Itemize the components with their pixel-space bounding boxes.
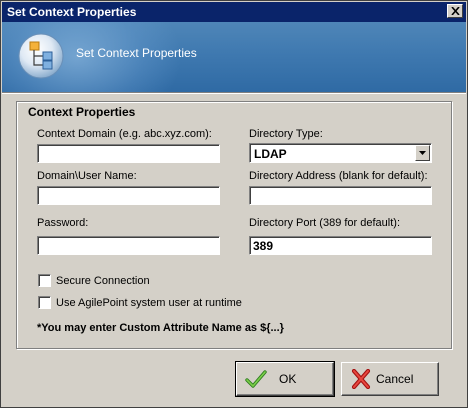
dropdown-arrow-button[interactable] [415,145,430,161]
directory-address-input[interactable] [249,186,432,205]
close-button[interactable] [447,4,463,18]
red-x-icon [351,369,371,389]
directory-type-value: LDAP [254,147,287,161]
cancel-button-label: Cancel [376,372,414,386]
title-bar[interactable]: Set Context Properties [2,2,466,22]
header-banner: Set Context Properties [2,22,466,92]
chevron-down-icon [419,151,426,155]
directory-port-label: Directory Port (389 for default): [249,217,401,229]
banner-title: Set Context Properties [76,46,197,60]
directory-port-input[interactable] [249,236,432,255]
close-icon [450,7,460,15]
secure-connection-checkbox[interactable] [38,274,51,287]
directory-type-label: Directory Type: [249,128,323,140]
cancel-button[interactable]: Cancel [341,362,439,396]
ok-button[interactable]: OK [235,361,335,397]
custom-attribute-note: *You may enter Custom Attribute Name as … [37,322,284,334]
group-legend: Context Properties [25,105,139,119]
password-label: Password: [37,217,89,229]
context-domain-input[interactable] [37,144,220,163]
password-input[interactable] [37,236,220,255]
user-name-label: Domain\User Name: [37,170,137,182]
context-hierarchy-icon [17,32,65,80]
window-title: Set Context Properties [7,5,137,19]
context-domain-label: Context Domain (e.g. abc.xyz.com): [37,128,212,140]
directory-address-label: Directory Address (blank for default): [249,170,428,182]
checkmark-icon [245,370,267,388]
use-system-user-checkbox[interactable] [38,296,51,309]
secure-connection-label[interactable]: Secure Connection [56,275,150,287]
ok-button-label: OK [279,372,297,386]
dialog-window: Set Context Properties Set Context Prope… [0,0,468,408]
user-name-input[interactable] [37,186,220,205]
directory-type-select[interactable]: LDAP [249,143,432,163]
use-system-user-label[interactable]: Use AgilePoint system user at runtime [56,297,242,309]
banner-divider [2,92,466,94]
